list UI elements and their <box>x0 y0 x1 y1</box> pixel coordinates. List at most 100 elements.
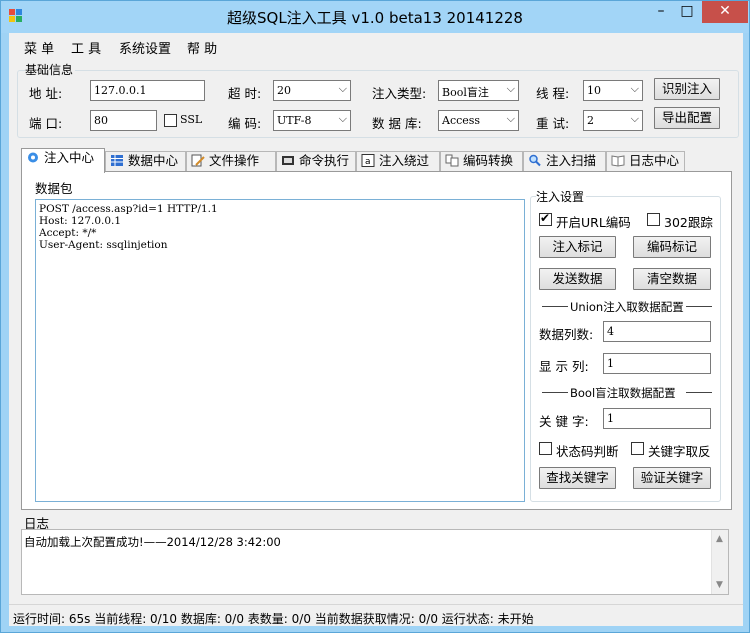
status-code-label: 状态码判断 <box>556 444 619 459</box>
inject-mark-button[interactable]: 注入标记 <box>539 236 616 258</box>
packet-line: Accept: */* <box>39 227 97 239</box>
send-data-button[interactable]: 发送数据 <box>539 268 616 290</box>
inject-center-panel: 数据包 POST /access.asp?id=1 HTTP/1.1 Host:… <box>21 171 732 510</box>
inject-type-label: 注入类型: <box>372 86 427 101</box>
settings-group-title: 注入设置 <box>536 188 587 205</box>
menu-main[interactable]: 菜 单 <box>24 38 54 57</box>
identify-inject-button[interactable]: 识别注入 <box>654 78 720 100</box>
threads-label: 线 程: <box>536 86 570 101</box>
tab-label: 日志中心 <box>629 153 680 168</box>
encoding-label: 编 码: <box>228 116 262 131</box>
tab-label: 数据中心 <box>128 153 179 168</box>
tab-log-center[interactable]: 日志中心 <box>606 151 685 172</box>
scroll-down-icon[interactable]: ▼ <box>716 580 723 590</box>
tab-data-center[interactable]: 数据中心 <box>105 151 186 172</box>
window-title: 超级SQL注入工具 v1.0 beta13 20141228 <box>227 9 523 27</box>
tab-command-exec[interactable]: 命令执行 <box>276 151 356 172</box>
database-select[interactable]: Access ⌵ <box>438 110 519 131</box>
columns-input[interactable]: 4 <box>603 321 711 342</box>
packet-line: User-Agent: ssqlinjetion <box>39 239 168 251</box>
magnifier-icon <box>528 154 542 167</box>
tab-inject-bypass[interactable]: a 注入绕过 <box>356 151 440 172</box>
invert-keyword-checkbox[interactable] <box>631 442 644 455</box>
bool-divider-right <box>686 392 712 393</box>
status-code-checkbox[interactable] <box>539 442 552 455</box>
timeout-value: 20 <box>277 84 291 97</box>
tab-label: 注入中心 <box>44 150 95 165</box>
encoding-value: UTF-8 <box>277 114 312 127</box>
packet-textarea[interactable]: POST /access.asp?id=1 HTTP/1.1 Host: 127… <box>35 199 525 502</box>
menu-bar: 菜 单 工 具 系统设置 帮 助 <box>9 33 743 57</box>
display-col-input[interactable]: 1 <box>603 353 711 374</box>
timeout-label: 超 时: <box>228 86 262 101</box>
packet-line: Host: 127.0.0.1 <box>39 215 122 227</box>
tab-label: 文件操作 <box>209 153 260 168</box>
tab-label: 注入绕过 <box>379 153 430 168</box>
gear-icon <box>26 151 40 164</box>
tab-inject-scan[interactable]: 注入扫描 <box>523 151 606 172</box>
ssl-checkbox[interactable] <box>164 114 177 127</box>
chevron-down-icon: ⌵ <box>630 112 639 125</box>
tab-inject-center[interactable]: 注入中心 <box>21 148 105 173</box>
packet-line: POST /access.asp?id=1 HTTP/1.1 <box>39 203 218 215</box>
tab-encode-convert[interactable]: 编码转换 <box>440 151 523 172</box>
book-icon <box>611 154 625 167</box>
follow-302-checkbox[interactable] <box>647 213 660 226</box>
menu-help[interactable]: 帮 助 <box>187 38 217 57</box>
inject-type-select[interactable]: Bool盲注 ⌵ <box>438 80 519 101</box>
menu-settings[interactable]: 系统设置 <box>119 38 171 57</box>
scroll-up-icon[interactable]: ▲ <box>716 534 723 544</box>
database-label: 数 据 库: <box>372 116 422 131</box>
encoding-select[interactable]: UTF-8 ⌵ <box>273 110 351 131</box>
retry-value: 2 <box>587 114 594 127</box>
tab-label: 编码转换 <box>463 153 514 168</box>
bool-section-title: Bool盲注取数据配置 <box>570 386 676 400</box>
threads-value: 10 <box>587 84 601 97</box>
address-input[interactable]: 127.0.0.1 <box>90 80 205 101</box>
keyword-input[interactable]: 1 <box>603 408 711 429</box>
encode-mark-button[interactable]: 编码标记 <box>633 236 711 258</box>
file-edit-icon <box>191 154 205 167</box>
minimize-button[interactable]: – <box>648 1 674 23</box>
status-bar: 运行时间: 65s 当前线程: 0/10 数据库: 0/0 表数量: 0/0 当… <box>9 604 743 626</box>
find-keyword-button[interactable]: 查找关键字 <box>539 467 616 489</box>
verify-keyword-button[interactable]: 验证关键字 <box>633 467 711 489</box>
retry-select[interactable]: 2 ⌵ <box>583 110 643 131</box>
table-icon <box>110 154 124 167</box>
timeout-select[interactable]: 20 ⌵ <box>273 80 351 101</box>
tab-label: 注入扫描 <box>546 153 597 168</box>
tab-strip: 注入中心 数据中心 文件操作 命令执行 a 注入绕过 编码转换 注入扫描 日志中心 <box>21 148 743 173</box>
chevron-down-icon: ⌵ <box>506 82 515 95</box>
follow-302-label: 302跟踪 <box>664 215 713 230</box>
tab-label: 命令执行 <box>299 153 350 168</box>
packet-title: 数据包 <box>35 181 73 196</box>
chevron-down-icon: ⌵ <box>506 112 515 125</box>
url-encode-checkbox[interactable] <box>539 211 552 226</box>
letter-a-icon: a <box>361 154 375 167</box>
log-textarea[interactable]: 自动加载上次配置成功!——2014/12/28 3:42:00 ▲ ▼ <box>21 529 729 595</box>
status-text: 运行时间: 65s 当前线程: 0/10 数据库: 0/0 表数量: 0/0 当… <box>13 612 534 626</box>
bool-divider-left <box>542 392 568 393</box>
title-bar[interactable]: 超级SQL注入工具 v1.0 beta13 20141228 – □ ✕ <box>1 1 749 33</box>
menu-tools[interactable]: 工 具 <box>71 38 101 57</box>
columns-label: 数据列数: <box>539 327 594 342</box>
chevron-down-icon: ⌵ <box>338 82 347 95</box>
keyword-label: 关 键 字: <box>539 414 589 429</box>
export-config-button[interactable]: 导出配置 <box>654 107 720 129</box>
port-input[interactable]: 80 <box>90 110 157 131</box>
ssl-label: SSL <box>180 113 203 126</box>
port-label: 端 口: <box>29 116 63 131</box>
url-encode-label: 开启URL编码 <box>556 215 631 230</box>
maximize-button[interactable]: □ <box>674 1 700 23</box>
clear-data-button[interactable]: 清空数据 <box>633 268 711 290</box>
close-button[interactable]: ✕ <box>702 1 748 23</box>
union-section-title: Union注入取数据配置 <box>570 300 684 314</box>
address-label: 地 址: <box>29 86 63 101</box>
tab-file-ops[interactable]: 文件操作 <box>186 151 276 172</box>
display-col-label: 显 示 列: <box>539 359 589 374</box>
threads-select[interactable]: 10 ⌵ <box>583 80 643 101</box>
main-window: 超级SQL注入工具 v1.0 beta13 20141228 – □ ✕ 菜 单… <box>0 0 750 633</box>
log-scrollbar[interactable]: ▲ ▼ <box>711 530 728 594</box>
inject-type-value: Bool盲注 <box>442 86 489 99</box>
svg-text:a: a <box>365 157 371 167</box>
